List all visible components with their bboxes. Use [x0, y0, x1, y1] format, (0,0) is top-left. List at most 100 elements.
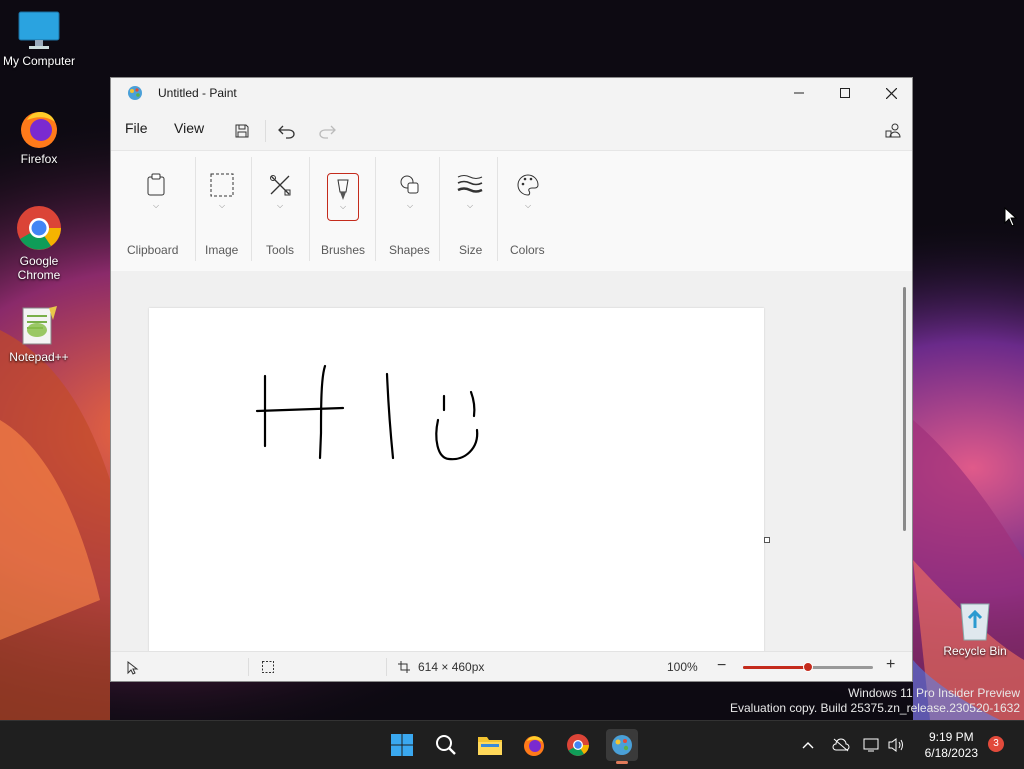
start-button[interactable] — [386, 729, 418, 761]
shapes-icon — [400, 175, 419, 194]
zoom-slider-thumb[interactable] — [803, 662, 813, 672]
title-bar[interactable]: Untitled - Paint — [111, 78, 912, 108]
save-button[interactable] — [229, 118, 255, 144]
mouse-cursor-icon — [1004, 207, 1018, 227]
account-button[interactable] — [880, 118, 906, 144]
group-colors[interactable]: ⌵ Colors — [503, 151, 553, 271]
group-label: Colors — [510, 243, 545, 257]
watermark-line: Windows 11 Pro Insider Preview — [848, 686, 1020, 700]
volume-status[interactable] — [884, 729, 908, 761]
group-size[interactable]: ⌵ Size — [445, 151, 495, 271]
desktop-icon-notepadpp[interactable]: Notepad++ — [0, 304, 78, 364]
desktop-icon-label: Google Chrome — [17, 254, 61, 282]
group-label: Image — [205, 243, 239, 257]
taskbar-clock[interactable]: 9:19 PM 6/18/2023 — [925, 729, 978, 761]
minimize-button[interactable] — [776, 78, 822, 108]
group-label: Size — [459, 243, 483, 257]
ribbon-separator — [309, 157, 310, 261]
desktop-icon-label: Notepad++ — [9, 350, 69, 364]
group-shapes[interactable]: ⌵ Shapes — [381, 151, 441, 271]
taskbar-paint[interactable] — [606, 729, 638, 764]
paint-app-icon — [612, 735, 632, 755]
desktop-icon-recycle-bin[interactable]: Recycle Bin — [936, 598, 1014, 658]
pointer-icon — [127, 661, 139, 675]
paint-app-icon — [128, 86, 142, 100]
menu-view[interactable]: View — [174, 120, 204, 136]
canvas-area[interactable] — [111, 271, 912, 651]
show-hidden-icons-button[interactable] — [796, 729, 820, 761]
group-label: Tools — [266, 243, 295, 257]
clock-date: 6/18/2023 — [924, 746, 978, 760]
desktop-icon-my-computer[interactable]: My Computer — [0, 10, 78, 68]
vertical-scrollbar[interactable] — [903, 287, 906, 531]
network-status[interactable] — [860, 729, 884, 761]
notepadpp-icon — [22, 306, 57, 345]
ribbon-separator — [251, 157, 252, 261]
chevron-down-icon: ⌵ — [218, 201, 226, 210]
chevron-down-icon: ⌵ — [466, 201, 474, 210]
firefox-icon — [524, 736, 544, 756]
taskbar-firefox[interactable] — [518, 729, 550, 761]
size-icon — [457, 175, 483, 193]
clock-time: 9:19 PM — [928, 730, 974, 744]
canvas-resize-handle[interactable] — [764, 537, 770, 543]
close-button[interactable] — [868, 78, 912, 108]
speaker-icon — [888, 738, 903, 752]
notification-badge[interactable]: 3 — [988, 736, 1004, 752]
menu-file[interactable]: File — [125, 120, 148, 136]
toolbar-separator — [265, 120, 266, 142]
canvas-size-icon — [398, 661, 410, 673]
minimize-icon — [794, 92, 804, 94]
search-icon — [436, 735, 456, 755]
status-bar: 614 × 460px 100% − + — [111, 651, 912, 681]
desktop-icon-label: Recycle Bin — [943, 644, 1007, 658]
desktop-icon-label: My Computer — [2, 54, 76, 68]
group-label: Shapes — [389, 243, 430, 257]
desktop-icon-chrome[interactable]: Google Chrome — [0, 204, 78, 282]
redo-button[interactable] — [314, 118, 340, 144]
desktop-icon-firefox[interactable]: Firefox — [0, 106, 78, 166]
selection-size-icon — [262, 661, 274, 673]
ribbon-separator — [439, 157, 440, 261]
taskbar-chrome[interactable] — [562, 729, 594, 761]
group-clipboard[interactable]: ⌵ Clipboard — [121, 151, 191, 271]
undo-button[interactable] — [274, 118, 300, 144]
zoom-in-button[interactable]: + — [886, 656, 895, 674]
window-title: Untitled - Paint — [158, 86, 237, 100]
palette-icon — [517, 174, 539, 196]
chrome-icon — [17, 206, 61, 250]
canvas-size-text: 614 × 460px — [418, 660, 485, 674]
chrome-icon — [567, 734, 589, 756]
onedrive-status[interactable] — [828, 729, 854, 761]
maximize-button[interactable] — [822, 78, 868, 108]
group-brushes[interactable]: ⌵ Brushes — [315, 151, 375, 271]
drawing-canvas[interactable] — [149, 308, 764, 651]
zoom-slider[interactable] — [743, 662, 873, 672]
selection-icon — [210, 173, 234, 197]
desktop-icon-label: Firefox — [20, 152, 58, 166]
windows-watermark: Windows 11 Pro Insider Preview Evaluatio… — [730, 686, 1020, 716]
zoom-level[interactable]: 100% — [667, 660, 698, 674]
chevron-down-icon: ⌵ — [524, 201, 532, 210]
zoom-out-button[interactable]: − — [717, 657, 726, 675]
close-icon — [885, 87, 897, 99]
status-separator — [386, 658, 387, 676]
group-image[interactable]: ⌵ Image — [201, 151, 251, 271]
group-label: Clipboard — [127, 243, 179, 257]
taskbar: 9:19 PM 6/18/2023 3 — [0, 720, 1024, 769]
group-tools[interactable]: ⌵ Tools — [257, 151, 307, 271]
taskbar-search-button[interactable] — [430, 729, 462, 761]
paint-window[interactable]: Untitled - Paint File View ⌵ Clipboard ⌵… — [110, 77, 913, 682]
watermark-line: Evaluation copy. Build 25375.zn_release.… — [730, 701, 1020, 715]
brush-icon — [337, 179, 349, 200]
chevron-down-icon: ⌵ — [406, 201, 414, 210]
folder-icon — [478, 737, 502, 755]
drawing-strokes — [255, 364, 479, 461]
taskbar-file-explorer[interactable] — [474, 729, 506, 761]
undo-icon — [278, 125, 295, 139]
redo-icon — [319, 125, 336, 139]
group-label: Brushes — [321, 243, 366, 257]
windows-logo-icon — [391, 734, 413, 756]
brushes-button-selected[interactable]: ⌵ — [327, 173, 359, 221]
tools-icon — [270, 175, 291, 196]
